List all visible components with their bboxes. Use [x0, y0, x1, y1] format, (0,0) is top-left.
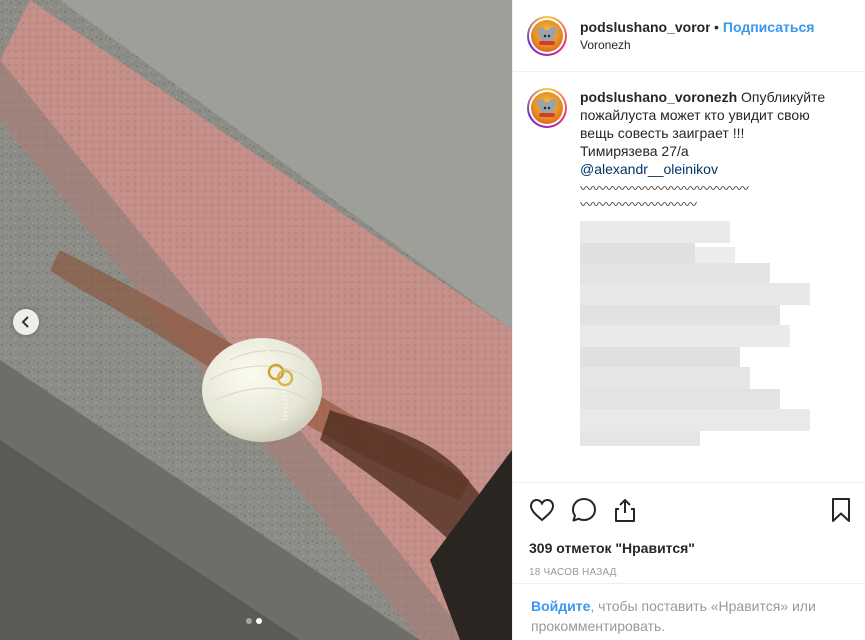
like-button[interactable]: [529, 498, 555, 522]
caption-area: podslushano_voronezh Опубликуйте пожайлу…: [513, 72, 865, 482]
caption-wavy-line-2: 〰〰〰〰〰〰〰〰〰: [580, 197, 698, 212]
caption-wavy-line-1: 〰〰〰〰〰〰〰〰〰〰〰〰〰: [580, 181, 750, 196]
save-button[interactable]: [830, 497, 852, 523]
post-header: podslushano_voronezh • Подписаться Voron…: [513, 0, 865, 72]
caption-mention-link[interactable]: @alexandr__oleinikov: [580, 160, 838, 178]
actions-section: 309 отметок "Нравится" 18 часов назад: [513, 482, 865, 578]
caption-avatar[interactable]: [527, 88, 567, 128]
bookmark-icon: [832, 498, 850, 522]
caption-username[interactable]: podslushano_voronezh: [580, 89, 737, 105]
separator-bullet: •: [714, 18, 719, 35]
mouse-logo-icon: [537, 26, 557, 45]
comment-icon: [572, 498, 596, 522]
location-link[interactable]: Voronezh: [580, 36, 814, 54]
follow-button[interactable]: Подписаться: [723, 18, 815, 36]
login-link[interactable]: Войдите: [531, 598, 590, 614]
share-icon: [615, 499, 635, 522]
action-icons: [529, 495, 852, 525]
avatar[interactable]: [527, 15, 567, 56]
caption-address: Тимирязева 27/а: [580, 143, 689, 159]
likes-count[interactable]: 309 отметок "Нравится": [529, 540, 852, 556]
post-timestamp[interactable]: 18 часов назад: [529, 567, 852, 578]
caption-text: podslushano_voronezh Опубликуйте пожайлу…: [580, 88, 838, 482]
photo-image: [0, 0, 512, 640]
heart-icon: [529, 498, 555, 522]
header-username[interactable]: podslushano_voronezh: [580, 18, 710, 36]
ornament-ball: [202, 338, 322, 442]
post-photo[interactable]: [0, 0, 512, 640]
post-panel: podslushano_voronezh • Подписаться Voron…: [512, 0, 865, 640]
share-button[interactable]: [613, 497, 637, 523]
comment-button[interactable]: [571, 497, 597, 523]
blurred-text-block: [580, 221, 810, 446]
carousel-prev-button[interactable]: [13, 309, 39, 335]
chevron-left-icon: [21, 316, 29, 328]
carousel-dot: [246, 618, 252, 624]
mouse-logo-icon: [537, 99, 557, 117]
carousel-dot-active: [256, 618, 262, 624]
carousel-dots: [246, 618, 262, 624]
login-prompt: Войдите, чтобы поставить «Нравится» или …: [513, 583, 865, 640]
